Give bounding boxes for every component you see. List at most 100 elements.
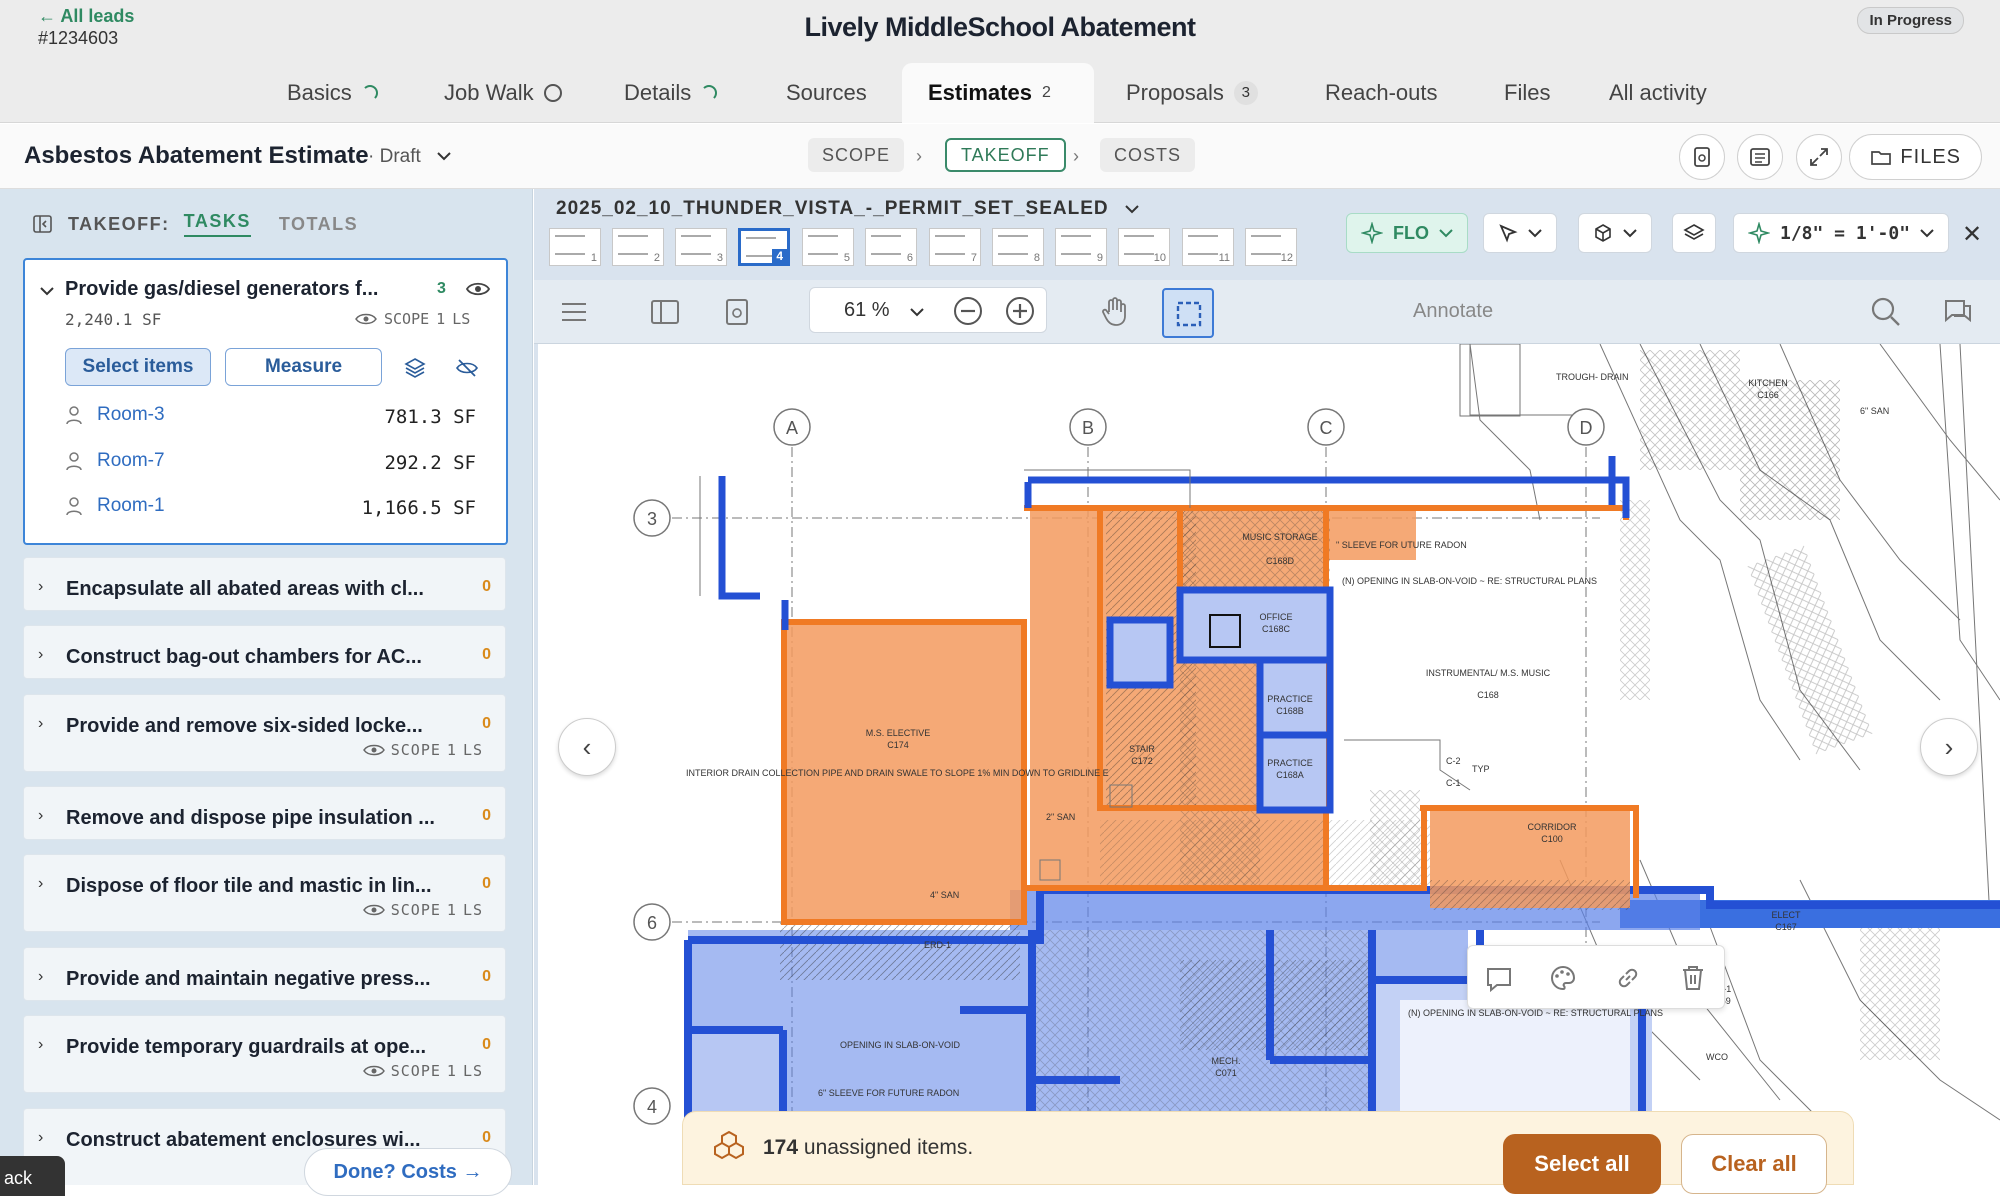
- flo-button[interactable]: FLO: [1346, 213, 1468, 253]
- previous-page-button[interactable]: ‹: [558, 718, 616, 776]
- layers-icon: [1683, 224, 1705, 240]
- task-card[interactable]: › Provide and remove six-sided locke... 0 …: [23, 694, 506, 772]
- sidebar-toggle-icon[interactable]: [650, 299, 680, 325]
- 3d-view-dropdown[interactable]: [1578, 213, 1652, 253]
- comments-icon[interactable]: [1942, 297, 1974, 327]
- area-select-tool[interactable]: [1162, 288, 1214, 338]
- takeoff-prefix: TAKEOFF:: [68, 213, 170, 234]
- page-thumbnail[interactable]: 7: [929, 228, 981, 266]
- tab-estimates[interactable]: Estimates 2: [902, 63, 1094, 123]
- page-thumbnail[interactable]: 2: [612, 228, 664, 266]
- menu-icon[interactable]: [560, 300, 588, 324]
- files-label: FILES: [1900, 145, 1961, 168]
- sparkle-icon: [1361, 222, 1383, 244]
- select-all-button[interactable]: Select all: [1503, 1134, 1661, 1194]
- chevron-down-icon[interactable]: [910, 307, 924, 317]
- task-card[interactable]: › Dispose of floor tile and mastic in lin…: [23, 854, 506, 932]
- tab-job-walk[interactable]: Job Walk: [444, 63, 562, 123]
- chevron-down-icon[interactable]: [39, 285, 55, 297]
- link-icon[interactable]: [1614, 964, 1642, 992]
- tab-all-activity[interactable]: All activity: [1609, 63, 1707, 123]
- chevron-right-icon: ›: [916, 146, 922, 166]
- page-settings-icon[interactable]: [724, 298, 750, 326]
- page-thumbnail[interactable]: 9: [1055, 228, 1107, 266]
- tab-sources[interactable]: Sources: [786, 63, 867, 123]
- room-row[interactable]: Room-1: [65, 495, 165, 517]
- expand-button[interactable]: [1796, 134, 1842, 180]
- step-costs[interactable]: COSTS: [1100, 138, 1196, 172]
- task-card-expanded[interactable]: Provide gas/diesel generators f... 3 2,2…: [23, 258, 508, 545]
- tab-basics[interactable]: Basics: [287, 63, 378, 123]
- page-thumbnail[interactable]: 5: [802, 228, 854, 266]
- page-thumbnail[interactable]: 1: [549, 228, 601, 266]
- floor-plan-canvas[interactable]: A B C D 3 6 4 MUSIC STORAGE C168D OFFICE…: [538, 344, 2000, 1185]
- palette-icon[interactable]: [1549, 964, 1577, 992]
- page-thumbnail[interactable]: 3: [675, 228, 727, 266]
- room-row[interactable]: Room-7: [65, 450, 165, 472]
- zoom-value[interactable]: 61 %: [844, 299, 890, 322]
- search-icon[interactable]: [1870, 296, 1902, 328]
- collapse-panel-icon[interactable]: [32, 213, 54, 235]
- comment-icon[interactable]: [1485, 966, 1513, 992]
- hand-pan-icon[interactable]: [1101, 296, 1131, 328]
- task-card[interactable]: › Encapsulate all abated areas with cl...…: [23, 557, 506, 611]
- room-row[interactable]: Room-3: [65, 404, 165, 426]
- grid-label: 4: [647, 1097, 657, 1117]
- layers-icon[interactable]: [403, 356, 427, 380]
- next-page-button[interactable]: ›: [1920, 718, 1978, 776]
- zoom-out-icon[interactable]: [952, 295, 984, 327]
- select-items-button[interactable]: Select items: [65, 348, 211, 386]
- tab-proposals[interactable]: Proposals 3: [1126, 63, 1258, 123]
- page-thumbnail[interactable]: 8: [992, 228, 1044, 266]
- page-thumbnail[interactable]: 4: [738, 228, 790, 266]
- page-thumbnail[interactable]: 11: [1182, 228, 1234, 266]
- trash-icon[interactable]: [1680, 964, 1706, 992]
- files-button[interactable]: FILES: [1849, 134, 1982, 180]
- page-thumbnail[interactable]: 6: [865, 228, 917, 266]
- scale-dropdown[interactable]: 1/8" = 1'-0": [1733, 213, 1950, 253]
- person-icon: [66, 406, 82, 425]
- scope-info: SCOPE 1 LS: [362, 1062, 483, 1080]
- layers-button[interactable]: [1672, 213, 1716, 253]
- task-card[interactable]: › Construct bag-out chambers for AC... 0: [23, 625, 506, 679]
- scope-info: SCOPE 1 LS: [362, 741, 483, 759]
- tab-files[interactable]: Files: [1504, 63, 1550, 123]
- unassigned-banner: 174 unassigned items. Select all Clear a…: [682, 1111, 1854, 1194]
- page-number: 7: [970, 252, 977, 264]
- step-takeoff[interactable]: TAKEOFF: [945, 138, 1066, 172]
- estimate-status-dropdown[interactable]: · Draft: [368, 146, 452, 168]
- cube-icon: [1595, 224, 1611, 242]
- page-number: 3: [716, 252, 723, 264]
- step-scope[interactable]: SCOPE: [808, 138, 905, 172]
- feedback-tab[interactable]: ack: [0, 1156, 65, 1196]
- thumbnail-preview: [871, 235, 901, 255]
- grid-label: 3: [647, 509, 657, 529]
- document-settings-button[interactable]: [1679, 134, 1725, 180]
- task-name: Remove and dispose pipe insulation ...: [66, 807, 435, 829]
- task-card[interactable]: › Provide and maintain negative press... 0: [23, 947, 506, 1001]
- scope-info: SCOPE 1 LS: [355, 310, 470, 328]
- tab-totals[interactable]: TOTALS: [279, 214, 358, 235]
- tab-details[interactable]: Details: [624, 63, 718, 123]
- pointer-tool-dropdown[interactable]: [1483, 213, 1557, 253]
- eye-icon[interactable]: [465, 280, 491, 298]
- document-selector[interactable]: 2025_02_10_THUNDER_VISTA_-_PERMIT_SET_SE…: [556, 198, 1139, 220]
- done-costs-button[interactable]: Done? Costs →: [304, 1148, 512, 1196]
- page-thumbnail[interactable]: 10: [1118, 228, 1170, 266]
- task-card[interactable]: › Remove and dispose pipe insulation ... 0: [23, 786, 506, 840]
- room-value: 781.3 SF: [384, 406, 476, 428]
- annotate-tab[interactable]: Annotate: [1413, 300, 1493, 323]
- measure-button[interactable]: Measure: [225, 348, 382, 386]
- tab-reach-outs[interactable]: Reach-outs: [1325, 63, 1438, 123]
- close-icon[interactable]: ✕: [1962, 220, 1982, 249]
- tab-tasks[interactable]: TASKS: [183, 211, 251, 237]
- scope-unit: LS: [462, 901, 483, 919]
- clear-all-button[interactable]: Clear all: [1681, 1134, 1827, 1194]
- report-button[interactable]: [1737, 134, 1783, 180]
- page-thumbnail[interactable]: 12: [1245, 228, 1297, 266]
- room-label: STAIR: [1129, 744, 1155, 754]
- task-card[interactable]: › Provide temporary guardrails at ope... 0…: [23, 1015, 506, 1093]
- hide-icon[interactable]: [455, 356, 479, 380]
- loading-spinner-icon: [701, 85, 718, 101]
- zoom-in-icon[interactable]: [1004, 295, 1036, 327]
